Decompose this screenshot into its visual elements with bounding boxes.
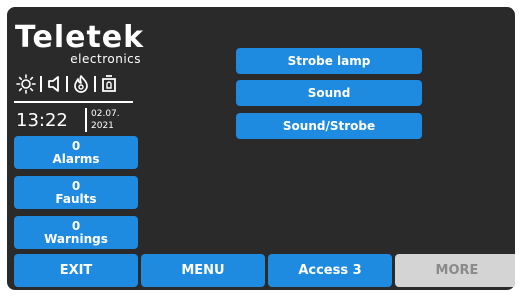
more-button[interactable]: MORE xyxy=(395,254,515,287)
status-icons-row xyxy=(16,74,131,94)
warnings-button[interactable]: 0 Warnings xyxy=(14,216,138,249)
faults-label: Faults xyxy=(55,191,97,206)
access-level-button[interactable]: Access 3 xyxy=(268,254,392,287)
clock-separator xyxy=(85,108,87,132)
panel-screen: Teletek electronics 13:22 02.07. 2021 0 … xyxy=(7,7,515,290)
sound-strobe-button[interactable]: Sound/Strobe xyxy=(236,113,422,139)
icon-separator xyxy=(66,76,68,92)
bottom-button-bar: EXIT MENU Access 3 MORE xyxy=(7,252,515,290)
warnings-label: Warnings xyxy=(44,231,108,246)
date-day-month: 02.07. xyxy=(91,109,120,119)
sun-icon xyxy=(16,74,36,94)
strobe-lamp-button[interactable]: Strobe lamp xyxy=(236,48,422,74)
clock-time: 13:22 xyxy=(16,110,68,131)
faults-count: 0 xyxy=(71,178,81,193)
icon-separator xyxy=(94,76,96,92)
date-year: 2021 xyxy=(91,121,114,131)
exit-button[interactable]: EXIT xyxy=(14,254,138,287)
flame-icon xyxy=(72,74,90,94)
alarms-button[interactable]: 0 Alarms xyxy=(14,136,138,169)
header-divider xyxy=(14,101,133,103)
alarm-bell-icon xyxy=(100,74,118,94)
speaker-icon xyxy=(46,74,62,94)
logo-subtitle: electronics xyxy=(70,52,141,66)
icon-separator xyxy=(40,76,42,92)
faults-button[interactable]: 0 Faults xyxy=(14,176,138,209)
clock-date: 02.07. 2021 xyxy=(91,108,120,132)
warnings-count: 0 xyxy=(71,218,81,233)
alarms-label: Alarms xyxy=(52,151,100,166)
sound-button[interactable]: Sound xyxy=(236,80,422,106)
logo-brand: Teletek xyxy=(15,20,145,55)
menu-button[interactable]: MENU xyxy=(141,254,265,287)
alarms-count: 0 xyxy=(71,138,81,153)
teletek-logo: Teletek electronics xyxy=(15,20,145,67)
